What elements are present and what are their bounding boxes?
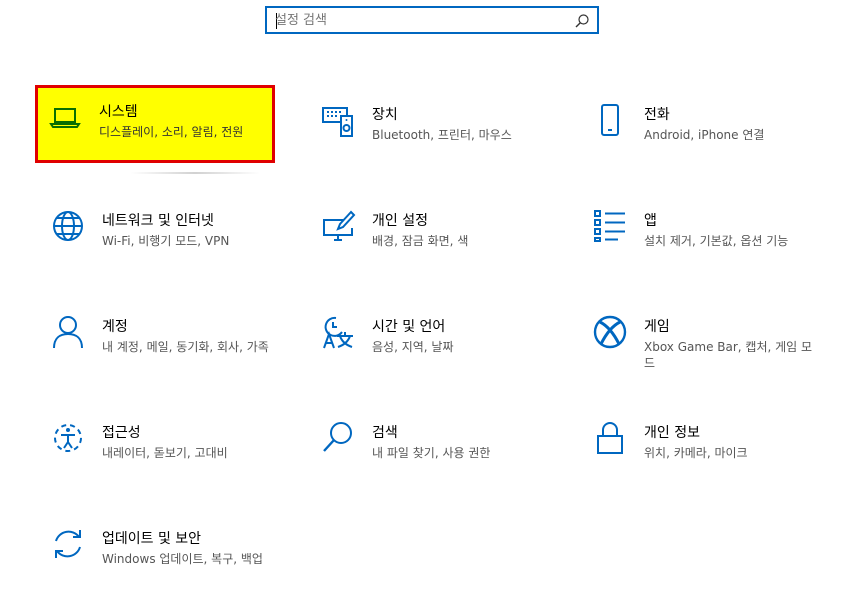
settings-tile-gaming[interactable]: 게임 Xbox Game Bar, 캡처, 게임 모드 <box>580 300 820 378</box>
settings-tile-accessibility[interactable]: 접근성 내레이터, 돋보기, 고대비 <box>38 406 278 484</box>
search-box[interactable] <box>265 6 599 34</box>
tile-description: Xbox Game Bar, 캡처, 게임 모드 <box>644 340 813 370</box>
tile-description: Android, iPhone 연결 <box>644 128 765 142</box>
tile-title: 개인 정보 <box>644 425 700 441</box>
settings-tile-accounts[interactable]: 계정 내 계정, 메일, 동기화, 회사, 가족 <box>38 300 278 378</box>
search-input[interactable] <box>275 11 571 29</box>
globe-icon <box>50 208 86 244</box>
tile-description: 내레이터, 돋보기, 고대비 <box>102 446 228 460</box>
settings-tile-apps[interactable]: 앱 설치 제거, 기본값, 옵션 기능 <box>580 194 820 272</box>
tile-description: Wi-Fi, 비행기 모드, VPN <box>102 234 230 248</box>
time-language-icon <box>320 314 356 350</box>
tile-description: Bluetooth, 프린터, 마우스 <box>372 128 512 142</box>
tile-title: 앱 <box>644 213 657 229</box>
tile-title: 장치 <box>372 107 398 123</box>
tile-title: 시간 및 언어 <box>372 319 446 335</box>
settings-tile-network[interactable]: 네트워크 및 인터넷 Wi-Fi, 비행기 모드, VPN <box>38 194 278 272</box>
tile-description: 내 계정, 메일, 동기화, 회사, 가족 <box>102 340 269 354</box>
person-icon <box>50 314 86 350</box>
search-icon <box>320 420 356 456</box>
tile-title: 검색 <box>372 425 398 441</box>
tile-title: 계정 <box>102 319 128 335</box>
tile-description: 디스플레이, 소리, 알림, 전원 <box>99 125 244 139</box>
personalization-icon <box>320 208 356 244</box>
xbox-icon <box>592 314 628 350</box>
settings-tile-search[interactable]: 검색 내 파일 찾기, 사용 권한 <box>308 406 548 484</box>
tile-title: 게임 <box>644 319 670 335</box>
settings-tile-time-language[interactable]: 시간 및 언어 음성, 지역, 날짜 <box>308 300 548 378</box>
tile-description: 설치 제거, 기본값, 옵션 기능 <box>644 234 789 248</box>
tile-description: 배경, 잠금 화면, 색 <box>372 234 469 248</box>
sync-icon <box>50 526 86 562</box>
tile-title: 개인 설정 <box>372 213 428 229</box>
lock-icon <box>592 420 628 456</box>
accessibility-icon <box>50 420 86 456</box>
settings-tile-update-security[interactable]: 업데이트 및 보안 Windows 업데이트, 복구, 백업 <box>38 512 278 590</box>
tile-title: 업데이트 및 보안 <box>102 531 202 547</box>
tile-description: Windows 업데이트, 복구, 백업 <box>102 552 263 566</box>
settings-tile-phone[interactable]: 전화 Android, iPhone 연결 <box>580 88 820 166</box>
settings-tile-privacy[interactable]: 개인 정보 위치, 카메라, 마이크 <box>580 406 820 484</box>
apps-list-icon <box>592 208 628 244</box>
phone-icon <box>592 102 628 138</box>
search-icon[interactable] <box>574 13 590 29</box>
tile-title: 네트워크 및 인터넷 <box>102 213 214 229</box>
settings-tile-personalization[interactable]: 개인 설정 배경, 잠금 화면, 색 <box>308 194 548 272</box>
tile-title: 전화 <box>644 107 670 123</box>
laptop-icon <box>47 99 83 135</box>
tile-description: 내 파일 찾기, 사용 권한 <box>372 446 491 460</box>
devices-icon <box>320 102 356 138</box>
tile-description: 음성, 지역, 날짜 <box>372 340 454 354</box>
tile-description: 위치, 카메라, 마이크 <box>644 446 748 460</box>
tile-title: 시스템 <box>99 104 138 120</box>
tile-title: 접근성 <box>102 425 141 441</box>
settings-tile-devices[interactable]: 장치 Bluetooth, 프린터, 마우스 <box>308 88 548 166</box>
divider <box>130 172 260 174</box>
settings-tile-system[interactable]: 시스템 디스플레이, 소리, 알림, 전원 <box>35 85 275 163</box>
